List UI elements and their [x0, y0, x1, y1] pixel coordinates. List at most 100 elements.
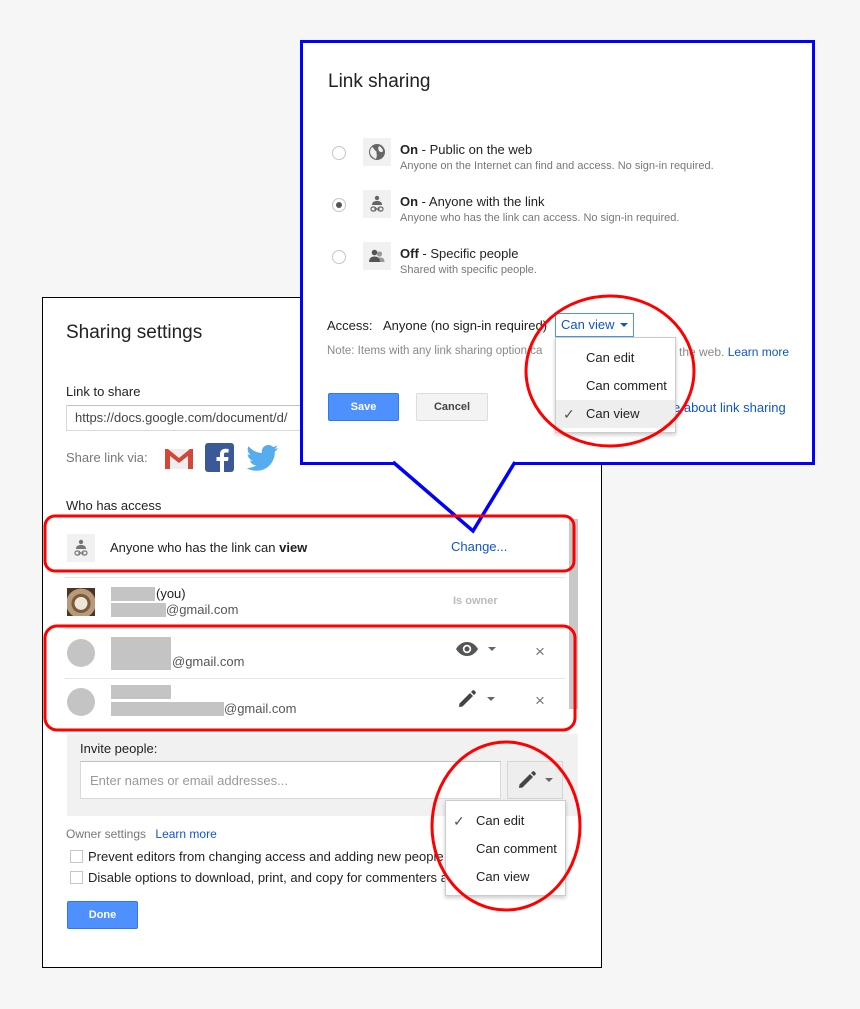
option-state: On: [400, 194, 419, 209]
person-email-suffix: @gmail.com: [172, 654, 245, 669]
invite-permission-button[interactable]: [507, 761, 563, 799]
radio-public[interactable]: [332, 146, 346, 160]
link-access-level: view: [279, 540, 308, 555]
disable-download-label: Disable options to download, print, and …: [88, 870, 463, 885]
option-title: On - Anyone with the link: [400, 194, 545, 209]
option-state: Off: [400, 246, 419, 261]
redacted-name: [111, 637, 171, 670]
invite-permission-menu: ✓ Can edit Can comment Can view: [445, 800, 566, 896]
menu-item-label: Can view: [586, 406, 640, 421]
link-sharing-dialog: Link sharing On - Public on the web Anyo…: [300, 40, 815, 465]
pencil-icon: [519, 771, 536, 788]
person-link-icon: [67, 534, 95, 562]
person-row-editor: @gmail.com ×: [65, 679, 565, 727]
check-icon: ✓: [563, 406, 575, 422]
owner-email-suffix: @gmail.com: [166, 602, 239, 617]
menu-item-label: Can edit: [586, 350, 635, 365]
people-icon: [363, 242, 391, 270]
owner-avatar: [67, 588, 95, 616]
access-list-scrollbar[interactable]: [569, 519, 578, 709]
redacted-email: [111, 702, 224, 716]
is-owner-label: Is owner: [453, 595, 498, 607]
menu-item-label: Can comment: [586, 378, 667, 393]
note-right-text: the web.: [679, 345, 725, 359]
menu-item-can-edit[interactable]: ✓ Can edit: [446, 807, 565, 835]
menu-item-can-comment[interactable]: Can comment: [446, 835, 565, 863]
menu-item-can-view[interactable]: Can view: [446, 863, 565, 891]
learn-about-link-sharing-link[interactable]: e about link sharing: [673, 400, 786, 415]
invite-people-label: Invite people:: [80, 741, 158, 756]
facebook-icon[interactable]: [205, 443, 234, 472]
access-level-value: Can view: [561, 317, 615, 332]
option-subtitle: Anyone on the Internet can find and acce…: [400, 160, 714, 172]
menu-item-can-edit[interactable]: Can edit: [556, 344, 675, 372]
radio-selected-dot: [336, 202, 342, 208]
person-row-owner: (you) @gmail.com Is owner: [65, 578, 565, 628]
option-public-on-web[interactable]: On - Public on the web Anyone on the Int…: [332, 138, 792, 178]
change-link-button[interactable]: Change...: [451, 539, 507, 554]
link-access-text: Anyone who has the link can view: [110, 540, 307, 555]
permission-dropdown[interactable]: [455, 641, 496, 657]
dialog-title: Sharing settings: [66, 322, 203, 343]
gmail-icon[interactable]: [163, 444, 195, 472]
prevent-editors-label: Prevent editors from changing access and…: [88, 849, 444, 864]
cancel-button[interactable]: Cancel: [416, 393, 488, 421]
chevron-down-icon: [487, 697, 495, 701]
redacted-name: [111, 587, 155, 601]
person-link-icon: [363, 190, 391, 218]
option-title: On - Public on the web: [400, 142, 532, 157]
link-to-share-input[interactable]: https://docs.google.com/document/d/: [66, 405, 306, 431]
prevent-editors-option[interactable]: Prevent editors from changing access and…: [70, 849, 444, 864]
remove-person-button[interactable]: ×: [532, 692, 548, 709]
menu-item-label: Can edit: [476, 813, 525, 828]
access-value: Anyone (no sign-in required): [383, 318, 548, 333]
disable-download-option[interactable]: Disable options to download, print, and …: [70, 870, 462, 885]
menu-item-can-view[interactable]: ✓ Can view: [556, 400, 675, 428]
disable-download-checkbox[interactable]: [70, 871, 83, 884]
person-email-suffix: @gmail.com: [224, 701, 297, 716]
link-sharing-title: Link sharing: [328, 71, 431, 92]
invite-placeholder: Enter names or email addresses...: [90, 773, 288, 788]
chevron-down-icon: [620, 323, 629, 327]
remove-person-button[interactable]: ×: [532, 643, 548, 660]
avatar: [67, 639, 95, 667]
redacted-name: [111, 685, 171, 699]
owner-settings: Owner settings Learn more: [66, 827, 217, 841]
chevron-down-icon: [488, 647, 496, 651]
globe-icon: [363, 138, 391, 166]
access-level-dropdown[interactable]: Can view: [555, 313, 635, 337]
option-title-text: - Specific people: [418, 246, 519, 261]
link-to-share-label: Link to share: [66, 384, 141, 399]
twitter-icon[interactable]: [246, 443, 280, 473]
note-learn-more-link[interactable]: Learn more: [728, 345, 789, 359]
save-button[interactable]: Save: [328, 393, 399, 421]
share-via-label: Share link via:: [66, 450, 148, 465]
link-access-text-prefix: Anyone who has the link can: [110, 540, 280, 555]
radio-anyone-with-link[interactable]: [332, 198, 346, 212]
option-title-text: - Public on the web: [418, 142, 533, 157]
option-specific-people[interactable]: Off - Specific people Shared with specif…: [332, 242, 792, 282]
owner-settings-label: Owner settings: [66, 827, 147, 841]
option-state: On: [400, 142, 419, 157]
radio-specific-people[interactable]: [332, 250, 346, 264]
access-label: Access:: [327, 318, 373, 333]
option-subtitle: Shared with specific people.: [400, 264, 537, 276]
invite-people-input[interactable]: Enter names or email addresses...: [80, 761, 501, 799]
note-left: Note: Items with any link sharing option…: [327, 345, 543, 357]
option-title: Off - Specific people: [400, 246, 519, 261]
eye-icon: [456, 642, 478, 656]
permission-dropdown[interactable]: [457, 689, 495, 709]
redacted-email: [111, 603, 166, 617]
avatar: [67, 688, 95, 716]
access-level-menu: Can edit Can comment ✓ Can view: [555, 337, 676, 433]
owner-you-label: (you): [156, 586, 186, 601]
option-title-text: - Anyone with the link: [418, 194, 545, 209]
who-has-access-label: Who has access: [66, 498, 162, 513]
owner-settings-learn-more-link[interactable]: Learn more: [155, 827, 216, 841]
chevron-down-icon: [545, 778, 553, 782]
prevent-editors-checkbox[interactable]: [70, 850, 83, 863]
done-button[interactable]: Done: [67, 901, 138, 929]
person-row-viewer: @gmail.com ×: [65, 629, 565, 677]
menu-item-can-comment[interactable]: Can comment: [556, 372, 675, 400]
option-anyone-with-link[interactable]: On - Anyone with the link Anyone who has…: [332, 190, 792, 230]
